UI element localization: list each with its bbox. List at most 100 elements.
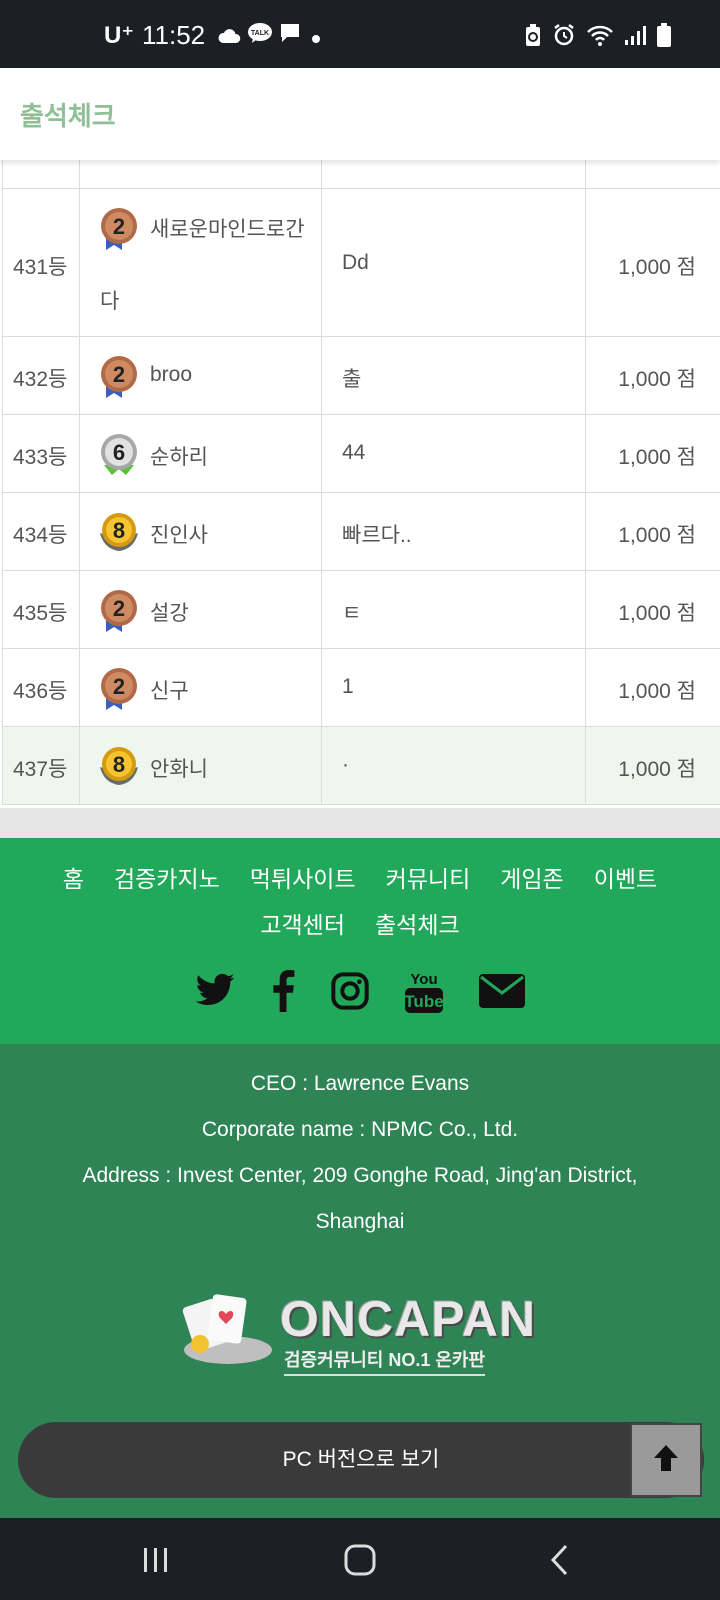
signal-icon [624,24,646,51]
logo-tagline: 검증커뮤니티 NO.1 온카판 [284,1346,486,1376]
points-cell: 1,000 점 [618,680,696,703]
username[interactable]: 새로운마인드로간 [150,213,305,243]
status-right [524,22,672,53]
footer-link-events[interactable]: 이벤트 [594,860,657,894]
level-badge-icon: 2 [98,665,140,711]
points-cell: 1,000 점 [618,602,696,625]
points-cell: 1,000 점 [618,758,696,781]
rank-cell: 436등 [13,680,68,703]
username[interactable]: 안화니 [150,753,208,783]
points-cell: 1,000 점 [618,256,696,279]
message-cell: Dd [342,251,369,274]
corporate-name-line: Corporate name : NPMC Co., Ltd. [201,1118,519,1141]
social-links: You Tube [0,968,720,1014]
battery-saver-icon [524,23,542,52]
email-icon[interactable] [478,973,526,1009]
level-badge-icon: 6 [98,431,140,477]
wifi-icon [586,23,614,52]
address-line: Address : Invest Center, 209 Gonghe Road… [82,1164,638,1187]
home-icon[interactable] [330,1540,390,1580]
battery-icon [656,22,672,53]
svg-text:2: 2 [113,674,125,699]
back-icon[interactable] [530,1540,590,1580]
footer-link-attendance[interactable]: 출석체크 [375,906,460,940]
rank-cell: 437등 [13,758,68,781]
footer-nav-row: 홈 검증카지노 먹튀사이트 커뮤니티 게임존 이벤트 [0,860,720,894]
svg-text:2: 2 [113,596,125,621]
points-cell: 1,000 점 [618,446,696,469]
youtube-icon[interactable]: You Tube [404,968,444,1014]
table-row: 436등 2 신구 1 1,000 점 [2,649,720,727]
rank-cell: 432등 [13,368,68,391]
message-cell: ㅌ [342,602,362,625]
message-cell: 44 [342,441,366,464]
pc-version-button[interactable]: PC 버전으로 보기 [18,1422,704,1498]
username[interactable]: 진인사 [150,519,208,549]
dot-icon [307,20,325,51]
rank-cell: 434등 [13,524,68,547]
rank-cell: 433등 [13,446,68,469]
message-cell: 1 [342,675,354,698]
footer-nav-row: 고객센터 출석체크 [0,906,720,940]
svg-text:8: 8 [113,752,125,777]
svg-text:8: 8 [113,518,125,543]
message-cell: 빠르다.. [342,524,412,547]
system-navigation-bar [0,1518,720,1600]
recent-apps-icon[interactable] [126,1540,186,1580]
clock: 11:52 [142,20,206,50]
svg-text:TALK: TALK [251,30,269,37]
points-cell: 1,000 점 [618,368,696,391]
footer-link-home[interactable]: 홈 [63,860,84,894]
facebook-icon[interactable] [270,970,296,1012]
svg-text:2: 2 [113,214,125,239]
svg-text:6: 6 [113,440,125,465]
instagram-icon[interactable] [330,971,370,1011]
status-bar: U⁺ 11:52 TALK [0,0,720,68]
logo-wordmark: ONCAPAN [280,1291,537,1347]
page-header: 출석체크 [0,68,720,160]
svg-text:Tube: Tube [404,992,443,1011]
table-row: 432등 2 broo 출 1,000 점 [2,337,720,415]
table-row: 434등 8 진인사 빠르다.. 1,000 점 [2,493,720,571]
address-line-2: Shanghai [315,1210,405,1233]
level-badge-icon: 8 [98,509,140,555]
footer-link-community[interactable]: 커뮤니티 [386,860,471,894]
level-badge-icon: 2 [98,205,140,251]
rank-cell: 435등 [13,602,68,625]
message-icon [279,20,301,51]
rank-cell: 431등 [13,256,68,279]
oncapan-logo[interactable]: ONCAPAN 검증커뮤니티 NO.1 온카판 [180,1288,540,1378]
footer-link-customer-center[interactable]: 고객센터 [260,906,345,940]
table-row: 431등 2 새로운마인드로간 다 Dd 1,000 점 [2,189,720,337]
footer-link-game-zone[interactable]: 게임존 [500,860,563,894]
kakaotalk-icon: TALK [247,20,273,51]
message-cell: 출 [342,368,362,391]
carrier-label: U⁺ [104,22,134,49]
username[interactable]: 설강 [150,597,189,627]
status-left: U⁺ 11:52 TALK [104,20,325,51]
username[interactable]: 순하리 [150,441,208,471]
footer-link-scam-sites[interactable]: 먹튀사이트 [250,860,356,894]
svg-text:2: 2 [113,362,125,387]
footer-nav: 홈 검증카지노 먹튀사이트 커뮤니티 게임존 이벤트 고객센터 출석체크 You… [0,838,720,1044]
level-badge-icon: 8 [98,743,140,789]
scroll-top-button[interactable] [630,1423,702,1497]
points-cell: 1,000 점 [618,524,696,547]
footer-link-verified-casino[interactable]: 검증카지노 [114,860,220,894]
table-row-highlighted: 437등 8 안화니 · 1,000 점 [2,727,720,805]
page-title[interactable]: 출석체크 [20,96,116,133]
arrow-up-icon [652,1443,680,1478]
alarm-icon [552,23,576,52]
attendance-ranking-table: 431등 2 새로운마인드로간 다 Dd 1,000 점 432등 2 broo… [0,134,720,808]
table-row: 435등 2 설강 ㅌ 1,000 점 [2,571,720,649]
username[interactable]: 신구 [150,675,189,705]
twitter-icon[interactable] [194,973,236,1009]
username-wrap[interactable]: 다 [100,285,119,315]
level-badge-icon: 2 [98,587,140,633]
table-row: 433등 6 순하리 44 1,000 점 [2,415,720,493]
level-badge-icon: 2 [98,353,140,399]
username[interactable]: broo [150,363,192,387]
cloud-icon [217,20,241,51]
ceo-line: CEO : Lawrence Evans [250,1072,470,1095]
cards-chip-icon [180,1288,276,1377]
